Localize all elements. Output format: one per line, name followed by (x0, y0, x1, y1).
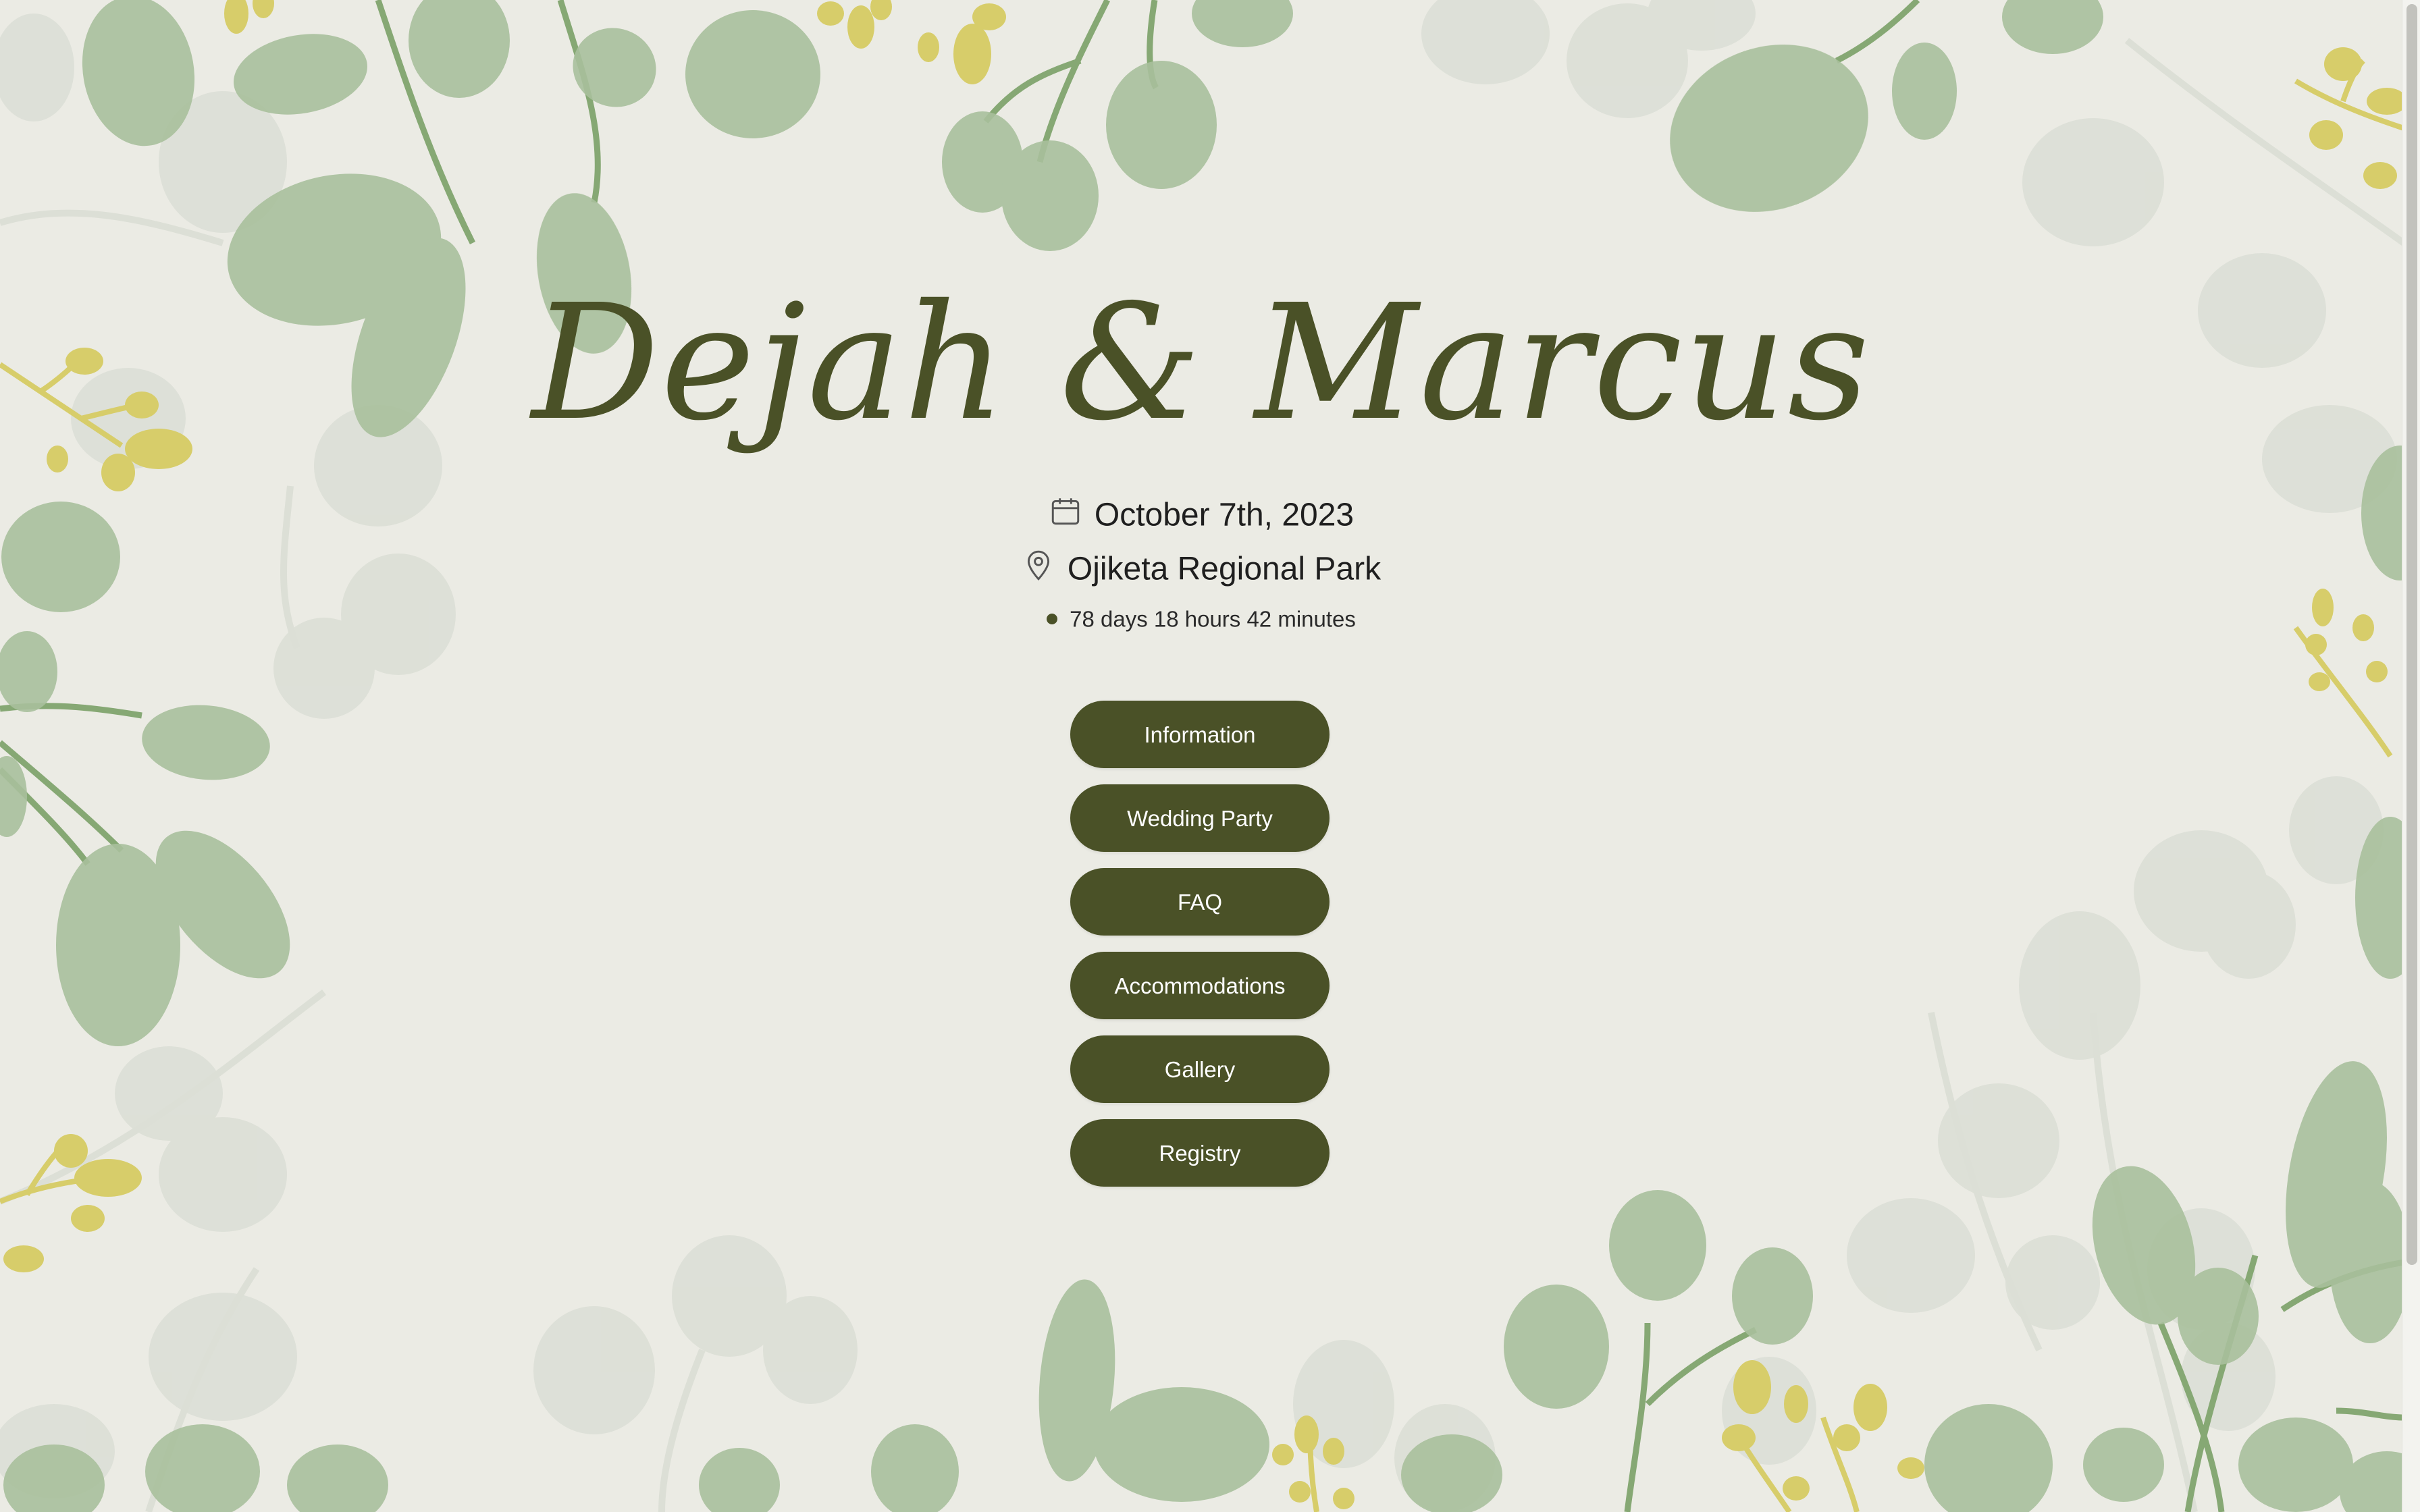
event-venue: Ojiketa Regional Park (1067, 551, 1382, 587)
nav-button-gallery[interactable]: Gallery (1070, 1035, 1330, 1103)
nav-button-wedding-party[interactable]: Wedding Party (1070, 784, 1330, 852)
location-pin-icon (1022, 548, 1055, 590)
couple-names-title: Dejah & Marcus (531, 270, 1871, 456)
nav-button-faq[interactable]: FAQ (1070, 868, 1330, 936)
event-date: October 7th, 2023 (1094, 497, 1354, 533)
event-venue-row: Ojiketa Regional Park (0, 548, 2402, 590)
event-date-row: October 7th, 2023 (0, 494, 2402, 536)
page-scrollbar[interactable] (2402, 0, 2420, 1512)
nav-button-accommodations[interactable]: Accommodations (1070, 952, 1330, 1019)
hero-section: Dejah & Marcus October 7th, 2023 Ojiketa… (0, 0, 2402, 1512)
scrollbar-thumb[interactable] (2406, 4, 2417, 1265)
countdown-row: 78 days 18 hours 42 minutes (0, 605, 2402, 632)
nav-button-registry[interactable]: Registry (1070, 1119, 1330, 1187)
main-navigation: Information Wedding Party FAQ Accommodat… (1070, 701, 1330, 1203)
dot-icon (1047, 614, 1058, 625)
countdown-text: 78 days 18 hours 42 minutes (1070, 606, 1356, 632)
calendar-icon (1049, 494, 1082, 536)
nav-button-information[interactable]: Information (1070, 701, 1330, 768)
